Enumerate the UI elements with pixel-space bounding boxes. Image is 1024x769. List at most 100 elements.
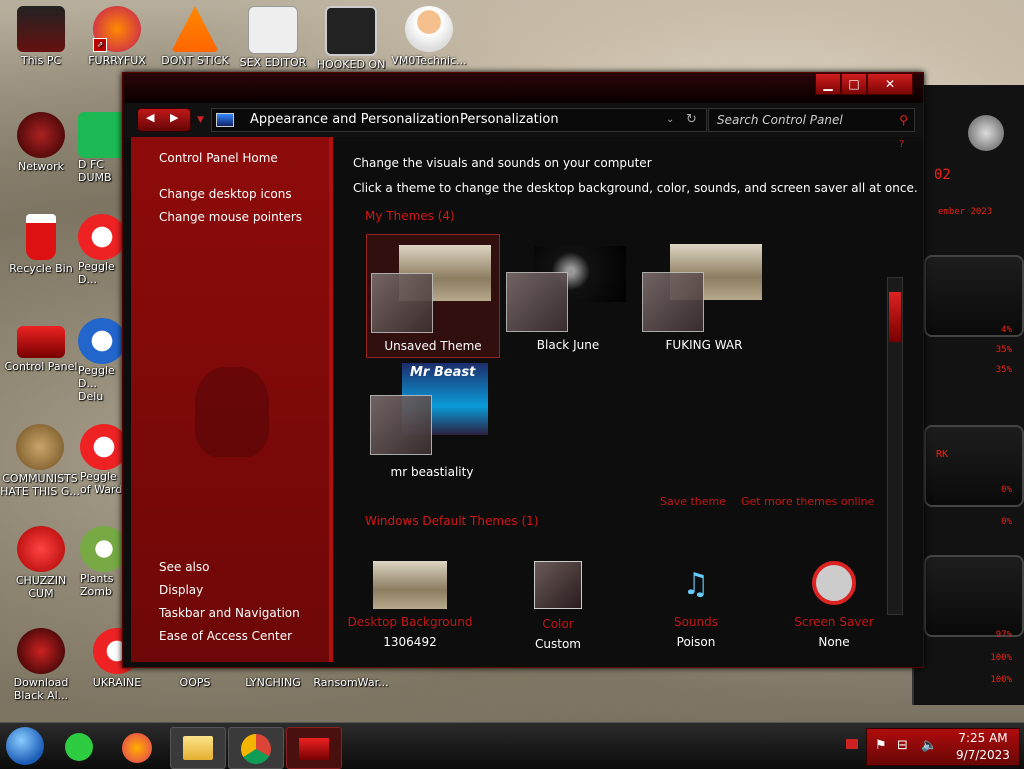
title-bar[interactable]: ▁ □ ✕ [123,73,923,103]
alien-logo-icon [968,115,1004,151]
control-panel-icon [17,326,65,358]
gadget-value: 0% [1001,485,1012,495]
help-icon[interactable]: ? [899,139,904,150]
taskbar-app-chrome[interactable] [228,727,284,769]
refresh-icon[interactable]: ↻ [686,109,697,131]
firefox-icon: ⇗ [93,6,141,52]
navigation-bar: ◀ ▶ ▼ Appearance and Personalization Per… [123,103,923,137]
search-placeholder: Search Control Panel [717,113,843,127]
volume-icon[interactable]: 🔈 [921,738,937,753]
ease-of-access-link[interactable]: Ease of Access Center [159,629,292,643]
search-input[interactable]: Search Control Panel ⚲ [708,108,915,132]
chuzzle-icon [17,526,65,572]
taskbar: ⚑ ⊟ 🔈 7:25 AM 9/7/2023 [0,722,1024,769]
sidebar: Control Panel Home Change desktop icons … [131,137,333,662]
desktop-icon-network[interactable]: Network [2,112,80,173]
breadcrumb-appearance[interactable]: Appearance and Personalization [250,109,459,131]
taskbar-app-explorer[interactable] [170,727,226,769]
my-themes-title: My Themes (4) [365,209,455,223]
app-icon [325,6,377,56]
close-button[interactable]: ✕ [867,73,913,95]
taskbar-app-control-panel[interactable] [286,727,342,769]
change-desktop-icons-link[interactable]: Change desktop icons [159,187,292,201]
gadget-value: 100% [990,653,1012,663]
maximize-button[interactable]: □ [841,73,867,95]
recent-pages-icon[interactable]: ▼ [197,115,204,125]
wallpaper-thumbnail [373,561,447,609]
page-heading: Change the visuals and sounds on your co… [353,156,652,170]
shortcut-icon: ⇗ [93,38,107,52]
desktop-icon-vm0technic[interactable]: VM0Technic... [390,6,468,67]
nav-buttons: ◀ ▶ [137,108,191,132]
gadget-value: 35% [995,345,1012,355]
desktop-icon-furryfux[interactable]: ⇗ FURRYFUX [78,6,156,67]
change-mouse-pointers-link[interactable]: Change mouse pointers [159,210,302,224]
theme-fuking-war[interactable]: FUKING WAR [638,234,770,356]
sounds-item[interactable]: ♫ Sounds Poison [631,561,761,649]
gadget-value: 35% [995,365,1012,375]
desktop-icon-control-panel[interactable]: Control Panel [2,318,80,373]
desktop-icon-chuzzin-cum[interactable]: CHUZZIN CUM [2,526,80,600]
save-theme-link[interactable]: Save theme [660,495,726,508]
control-panel-home-link[interactable]: Control Panel Home [159,151,278,165]
desktop-icon-peggle-d[interactable]: Peggle D... [78,214,126,286]
breadcrumb-personalization[interactable]: Personalization [460,109,559,131]
color-item[interactable]: Color Custom [493,561,623,651]
sounds-value: Poison [676,635,716,649]
start-button-icon[interactable] [6,727,44,765]
clock-time[interactable]: 7:25 AM [951,731,1015,745]
desktop-icon-recycle-bin[interactable]: Recycle Bin [2,214,80,275]
color-swatch-icon [534,561,582,609]
theme-unsaved[interactable]: Unsaved Theme [366,234,500,358]
firefox-icon [122,733,152,763]
taskbar-navigation-link[interactable]: Taskbar and Navigation [159,606,300,620]
color-value: Custom [535,637,581,651]
desktop-icon-sex-editor[interactable]: SEX EDITOR [234,6,312,69]
desktop-icon-hooked-on[interactable]: HOOKED ON [312,6,390,71]
theme-name: mr beastiality [390,465,474,479]
chrome-icon [241,734,271,764]
desktop-icon-communists[interactable]: COMMUNISTS HATE THIS G... [0,424,80,498]
display-link[interactable]: Display [159,583,203,597]
action-center-flag-icon[interactable]: ⚑ [875,738,887,753]
chevron-down-icon[interactable]: ⌄ [666,109,674,131]
desktop-icon-peggle-deluxe[interactable]: Peggle D... Delu [78,318,126,403]
page-subheading: Click a theme to change the desktop back… [353,181,918,195]
screen-saver-title: Screen Saver [794,615,874,629]
desktop-icon-dont-stick[interactable]: DONT STICK [156,6,234,67]
sounds-title: Sounds [673,615,719,629]
folder-icon [183,736,213,760]
personalization-window: ▁ □ ✕ ◀ ▶ ▼ Appearance and Personalizati… [122,72,924,668]
color-title: Color [542,617,574,631]
scrollbar-thumb[interactable] [889,292,901,342]
desktop-icon-peggle-ward[interactable]: Peggle of Ward [80,424,128,496]
desktop-icon-this-pc[interactable]: This PC [2,6,80,67]
desktop-icon-dfc-dumb[interactable]: D FC DUMB [78,112,126,184]
theme-black-june[interactable]: Black June [502,234,634,356]
flower-icon [80,526,128,572]
theme-color-swatch [370,395,432,455]
minimize-button[interactable]: ▁ [815,73,841,95]
back-arrow-icon[interactable]: ◀ [146,111,154,124]
desktop-icon-download-black[interactable]: Download Black Al... [2,628,80,702]
hex-editor-icon [248,6,298,54]
clock-date[interactable]: 9/7/2023 [951,748,1015,762]
desktop-background-item[interactable]: Desktop Background 1306492 [345,561,475,649]
theme-mr-beastiality[interactable]: Mr Beast mr beastiality [366,361,498,483]
peggle-icon [78,318,126,364]
show-hidden-icons-icon[interactable] [846,739,858,749]
network-icon[interactable]: ⊟ [897,738,908,753]
screen-saver-item[interactable]: Screen Saver None [769,561,899,649]
forward-arrow-icon[interactable]: ▶ [170,111,178,124]
gadget-disk-block [924,555,1024,637]
taskbar-app-messages[interactable] [52,727,106,767]
search-icon[interactable]: ⚲ [899,109,908,131]
control-panel-icon [216,113,234,127]
address-bar[interactable]: Appearance and Personalization Personali… [211,108,707,132]
gadget-value: 100% [990,675,1012,685]
desktop-icon-plants-zomb[interactable]: Plants Zomb [80,526,128,598]
theme-color-swatch [506,272,568,332]
taskbar-app-firefox[interactable] [110,727,164,767]
gadget-value: 97% [995,630,1012,640]
get-more-themes-link[interactable]: Get more themes online [741,495,874,508]
